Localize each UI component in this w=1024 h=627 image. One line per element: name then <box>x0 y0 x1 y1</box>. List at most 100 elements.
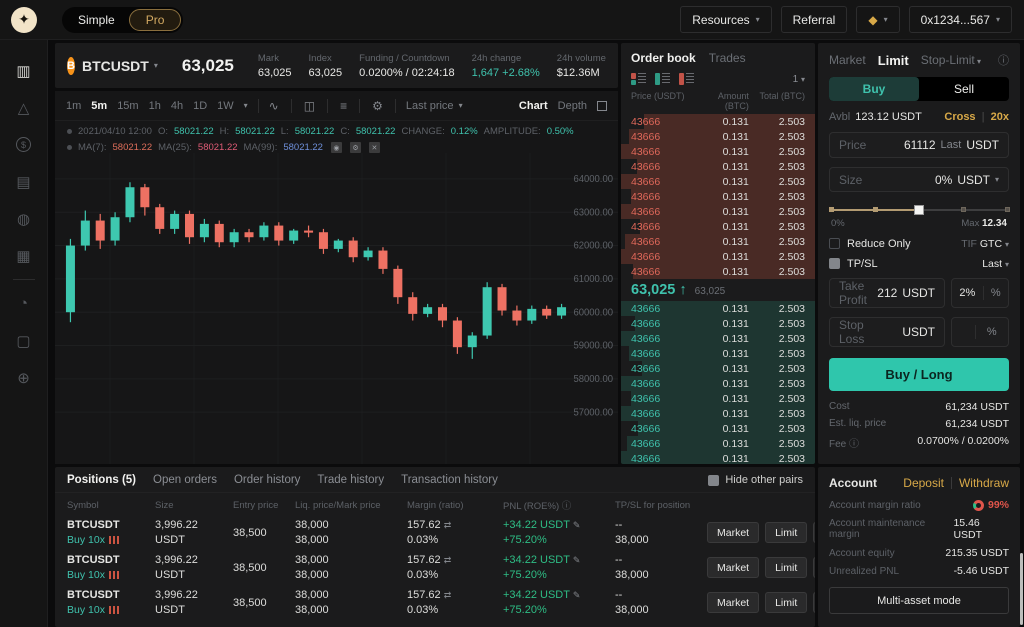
interval-4h[interactable]: 4h <box>171 100 183 112</box>
slider-dot[interactable] <box>829 207 834 212</box>
tif-selector[interactable]: TIF GTC ▾ <box>961 238 1009 250</box>
deposit-link[interactable]: Deposit <box>903 476 944 490</box>
indicators-icon[interactable]: ≡ <box>340 99 347 113</box>
ask-row[interactable]: 436660.1312.503 <box>621 249 815 264</box>
interval-15m[interactable]: 15m <box>117 100 138 112</box>
price-last-button[interactable]: Last <box>941 139 962 151</box>
book-view-bids-icon[interactable] <box>655 73 670 85</box>
row-button-tp-sl[interactable]: TP/SL <box>813 557 815 578</box>
positions-tab[interactable]: Order history <box>234 474 300 486</box>
mode-simple-button[interactable]: Simple <box>64 9 129 31</box>
ask-row[interactable]: 436660.1312.503 <box>621 204 815 219</box>
ask-row[interactable]: 436660.1312.503 <box>621 189 815 204</box>
candle-type-icon[interactable]: ◫ <box>304 99 315 113</box>
mode-pro-button[interactable]: Pro <box>129 9 182 31</box>
slider-dot[interactable] <box>1005 207 1010 212</box>
tpsl-checkbox[interactable] <box>829 258 840 269</box>
precision-selector[interactable]: 1 ▾ <box>793 74 805 85</box>
price-field[interactable]: Price 61112 Last USDT <box>829 132 1009 157</box>
token-menu[interactable]: ◆ ▾ <box>856 6 899 33</box>
ask-row[interactable]: 436660.1312.503 <box>621 129 815 144</box>
row-button-market[interactable]: Market <box>707 592 759 613</box>
bid-row[interactable]: 436660.1312.503 <box>621 361 815 376</box>
bid-row[interactable]: 436660.1312.503 <box>621 346 815 361</box>
sidebar-item-docs[interactable]: ▢ <box>0 322 48 359</box>
row-button-market[interactable]: Market <box>707 522 759 543</box>
trigger-price-selector[interactable]: Last ▾ <box>982 258 1009 270</box>
order-book-tab-order-book[interactable]: Order book <box>631 51 696 65</box>
app-logo-icon[interactable]: ✦ <box>11 7 37 33</box>
bid-row[interactable]: 436660.1312.503 <box>621 451 815 464</box>
positions-tab[interactable]: Positions (5) <box>67 474 136 486</box>
hide-other-pairs[interactable]: Hide other pairs <box>708 474 803 486</box>
share-icon[interactable]: ✎ <box>573 590 581 600</box>
interval-5m[interactable]: 5m <box>91 100 107 112</box>
sell-tab[interactable]: Sell <box>919 77 1009 101</box>
ask-row[interactable]: 436660.1312.503 <box>621 219 815 234</box>
bid-row[interactable]: 436660.1312.503 <box>621 421 815 436</box>
interval-1h[interactable]: 1h <box>149 100 161 112</box>
referral-button[interactable]: Referral <box>781 6 848 33</box>
sidebar-item-explorer[interactable]: ⊕ <box>0 359 48 396</box>
leverage-button[interactable]: 20x <box>991 111 1009 123</box>
share-icon[interactable]: ✎ <box>573 520 581 530</box>
positions-tab[interactable]: Transaction history <box>401 474 498 486</box>
chart-style-icon[interactable]: ∿ <box>269 99 279 113</box>
row-button-market[interactable]: Market <box>707 557 759 578</box>
stop-loss-field[interactable]: Stop Loss USDT <box>829 317 945 347</box>
more-intervals-caret[interactable]: ▾ <box>244 101 248 110</box>
bid-row[interactable]: 436660.1312.503 <box>621 316 815 331</box>
close-icon[interactable]: ✕ <box>369 142 380 153</box>
eye-icon[interactable]: ◉ <box>331 142 342 153</box>
row-button-tp-sl[interactable]: TP/SL <box>813 592 815 613</box>
interval-1D[interactable]: 1D <box>193 100 207 112</box>
book-view-asks-icon[interactable] <box>679 73 694 85</box>
settings-icon[interactable]: ⚙ <box>350 142 361 153</box>
order-book-tab-trades[interactable]: Trades <box>709 51 746 65</box>
depth-view-tab[interactable]: Depth <box>558 100 587 112</box>
size-field[interactable]: Size 0% USDT ▾ <box>829 167 1009 192</box>
ask-row[interactable]: 436660.1312.503 <box>621 234 815 249</box>
sidebar-item-trade[interactable]: ▥ <box>0 52 48 89</box>
chart-settings-icon[interactable]: ⚙ <box>372 99 383 113</box>
bid-row[interactable]: 436660.1312.503 <box>621 406 815 421</box>
stop-loss-percent[interactable]: % <box>951 317 1009 347</box>
sidebar-item-network[interactable]: ◍ <box>0 200 48 237</box>
margin-mode-button[interactable]: Cross <box>944 111 975 123</box>
ask-row[interactable]: 436660.1312.503 <box>621 159 815 174</box>
sidebar-item-earn[interactable]: $ <box>0 126 48 163</box>
interval-1W[interactable]: 1W <box>217 100 234 112</box>
interval-1m[interactable]: 1m <box>66 100 81 112</box>
price-type-selector[interactable]: Last price ▾ <box>406 100 463 112</box>
bid-row[interactable]: 436660.1312.503 <box>621 301 815 316</box>
buy-tab[interactable]: Buy <box>829 77 919 101</box>
slider-dot[interactable] <box>873 207 878 212</box>
symbol-selector[interactable]: BTCUSDT <box>82 58 149 74</box>
positions-tab[interactable]: Open orders <box>153 474 217 486</box>
ask-row[interactable]: 436660.1312.503 <box>621 174 815 189</box>
ask-row[interactable]: 436660.1312.503 <box>621 114 815 129</box>
bid-row[interactable]: 436660.1312.503 <box>621 391 815 406</box>
mid-price-row[interactable]: 63,025 ↑ 63,025 <box>621 279 815 301</box>
hide-other-pairs-checkbox[interactable] <box>708 475 719 486</box>
bid-row[interactable]: 436660.1312.503 <box>621 436 815 451</box>
order-type-tab-limit[interactable]: Limit <box>878 53 909 68</box>
edit-icon[interactable]: ⇄ <box>444 520 452 530</box>
order-type-tab-market[interactable]: Market <box>829 53 866 67</box>
multi-asset-mode-button[interactable]: Multi-asset mode <box>829 587 1009 614</box>
take-profit-field[interactable]: Take Profit 212 USDT <box>829 278 945 308</box>
candlestick-chart[interactable]: 64000.0063000.0062000.0061000.0060000.00… <box>55 153 618 464</box>
fullscreen-icon[interactable] <box>597 101 607 111</box>
wallet-address-menu[interactable]: 0x1234...567 ▾ <box>909 6 1012 33</box>
reduce-only-checkbox[interactable] <box>829 238 840 249</box>
scrollbar[interactable] <box>1020 553 1023 625</box>
ask-row[interactable]: 436660.1312.503 <box>621 144 815 159</box>
resources-menu[interactable]: Resources ▾ <box>680 6 771 33</box>
slider-handle[interactable] <box>914 205 924 215</box>
ask-row[interactable]: 436660.1312.503 <box>621 264 815 279</box>
chart-view-tab[interactable]: Chart <box>519 100 548 112</box>
row-button-limit[interactable]: Limit <box>765 557 807 578</box>
info-icon[interactable]: ⓘ <box>998 52 1009 68</box>
edit-icon[interactable]: ⇄ <box>444 555 452 565</box>
edit-icon[interactable]: ⇄ <box>444 590 452 600</box>
